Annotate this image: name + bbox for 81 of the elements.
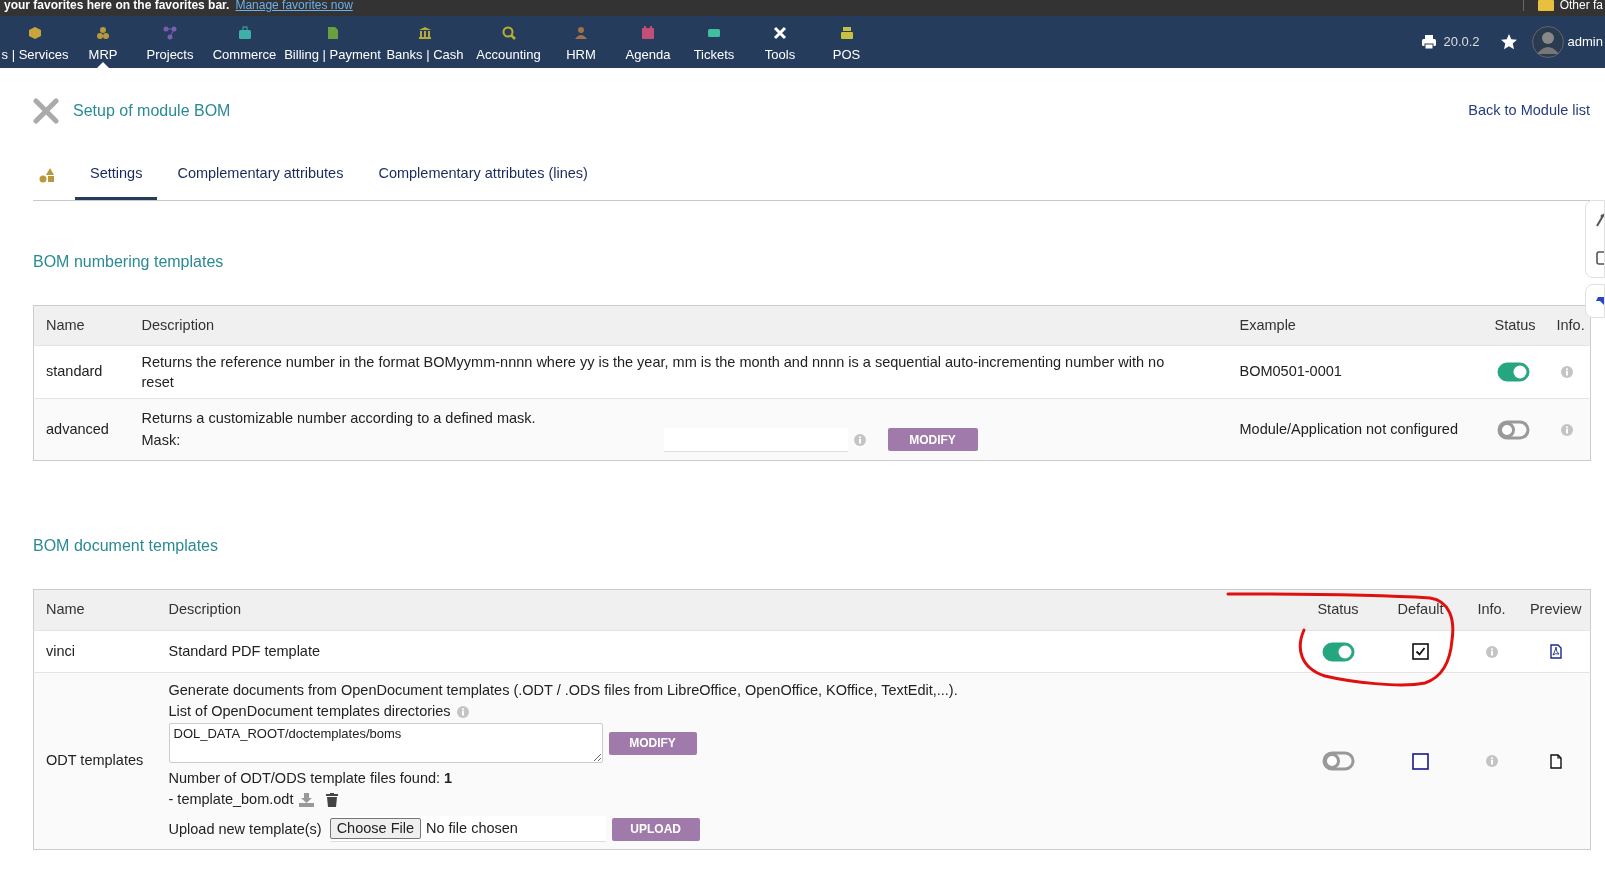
menu-item[interactable]: Agenda (615, 16, 681, 68)
mask-label: Mask: (141, 430, 182, 450)
menu-item[interactable]: Banks | Cash (380, 16, 470, 68)
description-text: Returns a customizable number according to a defined mask. (141, 408, 537, 428)
menu-item[interactable]: POS (813, 16, 880, 68)
back-link[interactable]: Back to Module list (1468, 100, 1590, 122)
download-icon[interactable] (299, 792, 315, 807)
column-header: Status (1296, 589, 1380, 631)
side-button[interactable] (1585, 284, 1605, 318)
info-icon[interactable] (853, 433, 866, 446)
section-heading: BOM document templates (33, 536, 219, 556)
column-header: Name (33, 305, 130, 346)
table-cell: BOM0501-0001 (1227, 345, 1483, 399)
button[interactable]: MODIFY (887, 428, 978, 451)
column-header: Preview (1521, 589, 1591, 631)
files-found-text: Number of ODT/ODS template files found: 1 (168, 769, 454, 788)
folder-icon (1537, 0, 1554, 11)
column-header: Name (33, 589, 157, 631)
directories-label: List of OpenDocument templates directories (168, 702, 451, 721)
star-icon[interactable] (1499, 33, 1518, 51)
printer-icon (1421, 34, 1438, 50)
table-cell: ODT templates (33, 672, 157, 850)
tag-icon (1596, 297, 1604, 305)
info-icon[interactable] (1485, 755, 1498, 768)
selected-indicator (97, 62, 109, 68)
column-header: Info. (1461, 589, 1522, 631)
description-text: Generate documents from OpenDocument templates (.ODT / .ODS files from LibreOffice, OpenOffice, KOffice, TextEdit,...). (168, 681, 959, 700)
info-icon[interactable] (1485, 645, 1498, 658)
table-cell: advanced (33, 398, 130, 461)
table-cell: standard (33, 345, 130, 399)
manage-favorites-link[interactable]: Manage favorites now (235, 0, 353, 11)
column-header: Description (156, 589, 1297, 631)
avatar-icon (1531, 26, 1564, 58)
column-header: Status (1482, 305, 1545, 346)
info-icon[interactable] (1561, 423, 1574, 436)
shapes-icon (39, 167, 55, 183)
table-cell: vinci (33, 630, 157, 673)
column-header: Example (1227, 305, 1483, 346)
button[interactable]: MODIFY (608, 731, 697, 755)
menu-item[interactable]: MRP (70, 16, 136, 68)
pdf-file-icon[interactable] (1549, 644, 1562, 660)
file-input[interactable]: Choose File No file chosen (329, 816, 606, 842)
tab[interactable]: Complementary attributes (162, 150, 359, 200)
menu-item[interactable]: s | Services (0, 16, 70, 68)
menu-item[interactable]: Tools (747, 16, 813, 68)
default-checkbox[interactable] (1412, 752, 1429, 770)
menu-item[interactable]: Commerce (204, 16, 285, 68)
menu-item[interactable]: Projects (136, 16, 204, 68)
user-menu[interactable]: admin (1531, 26, 1603, 58)
file-icon[interactable] (1549, 753, 1562, 769)
version-link[interactable]: 20.0.2 (1421, 32, 1480, 52)
upload-label: Upload new template(s) (168, 819, 322, 839)
menu-item[interactable]: Tickets (681, 16, 747, 68)
info-icon[interactable] (1561, 366, 1574, 379)
page-title: Setup of module BOM (73, 101, 231, 121)
toggle-on[interactable] (1497, 362, 1530, 383)
tab[interactable]: Complementary attributes (lines) (363, 150, 603, 200)
directories-field[interactable]: DOL_DATA_ROOT/doctemplates/boms (168, 723, 603, 763)
column-header: Info. (1544, 305, 1591, 346)
column-header: Default (1379, 589, 1462, 631)
wand-icon[interactable] (1596, 213, 1604, 227)
menu-item[interactable]: Billing | Payment (285, 16, 380, 68)
favorites-folder[interactable]: Other fa (1559, 0, 1605, 11)
tab[interactable]: Settings (75, 150, 158, 200)
button[interactable]: UPLOAD (611, 817, 700, 841)
menu-item[interactable]: HRM (547, 16, 615, 68)
table-cell: Returns the reference number in the format BOMyymm-nnnn where yy is the year, mm is the month and nnnn is a sequential auto-incrementing number with no reset (129, 345, 1228, 399)
default-checkbox[interactable] (1412, 643, 1429, 661)
toggle-off[interactable] (1497, 419, 1530, 440)
info-icon[interactable] (456, 705, 469, 718)
table-cell: Module/Application not configured (1227, 398, 1483, 461)
toggle-on[interactable] (1321, 641, 1355, 662)
file-name: - template_bom.odt (168, 790, 294, 809)
trash-icon[interactable] (326, 792, 339, 807)
menu-item[interactable]: Accounting (470, 16, 547, 68)
mask-field[interactable] (663, 427, 848, 452)
column-header: Description (129, 305, 1228, 346)
table-cell: Standard PDF template (156, 630, 1297, 673)
section-heading: BOM numbering templates (33, 252, 225, 272)
favorites-message: your favorites here on the favorites bar. (4, 0, 230, 11)
toggle-off[interactable] (1321, 751, 1355, 772)
